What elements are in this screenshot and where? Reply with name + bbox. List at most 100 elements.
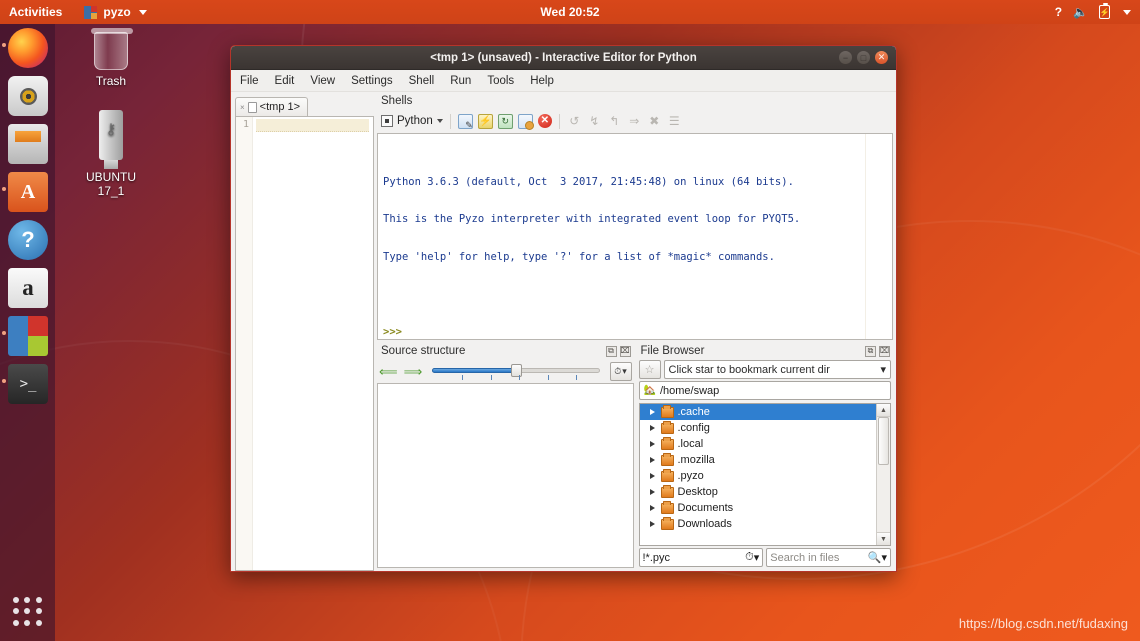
back-arrow-icon[interactable]: ⟸ [379,365,398,378]
menu-icon[interactable]: ☰ [667,114,682,129]
list-item[interactable]: .local [640,436,877,452]
debug-stop-icon[interactable]: ✖ [647,114,662,129]
grid-dot-icon [24,619,31,626]
shell-selector[interactable]: Python [381,115,443,127]
code-text-area[interactable] [253,117,373,570]
shell-toolbar: Python ⚡ ↻ ✕ ↺ ↯ ↰ ⇒ ✖ ☰ [377,109,893,133]
shells-panel: Shells Python ⚡ ↻ ✕ ↺ ↯ [377,92,893,340]
menu-item-run[interactable]: Run [450,75,471,87]
list-item[interactable]: .pyzo [640,468,877,484]
launcher-item-help[interactable]: ? [8,220,48,260]
close-shell-icon[interactable] [517,113,534,130]
close-button[interactable]: ✕ [875,51,888,64]
debug-stepout-icon[interactable]: ⇒ [627,114,642,129]
list-item[interactable]: Desktop [640,484,877,500]
search-magnifier-icon[interactable]: 🔍 [868,551,882,564]
launcher-item-rhythmbox[interactable] [8,76,48,116]
battery-icon[interactable]: ⚡ [1099,2,1110,19]
file-browser-title: File Browser [640,345,705,357]
scrollbar-track[interactable] [877,417,891,532]
forward-arrow-icon[interactable]: ⟹ [404,365,423,378]
expand-arrow-icon[interactable] [649,457,655,463]
expand-arrow-icon[interactable] [649,521,655,527]
launcher-item-firefox[interactable] [8,28,48,68]
list-item[interactable]: .config [640,420,877,436]
list-item[interactable]: .cache [639,404,876,420]
launcher-item-amazon[interactable]: a [8,268,48,308]
file-filter-input[interactable]: !*.pyc ⏱ ▾ [638,548,764,567]
file-browser-scrollbar[interactable]: ▲ ▼ [876,404,891,545]
list-item[interactable]: Documents [640,500,877,516]
launcher-item-files[interactable] [8,124,48,164]
clock[interactable]: Wed 20:52 [0,5,1140,19]
file-browser-header: File Browser ⧉ ⌧ [637,342,894,359]
float-panel-button[interactable]: ⧉ [605,345,617,357]
expand-arrow-icon[interactable] [649,505,655,511]
launcher-item-pyzo[interactable] [8,316,48,356]
expand-arrow-icon[interactable] [649,425,655,431]
new-shell-icon[interactable] [457,113,473,131]
source-structure-filter-button[interactable]: ⏱ ▾ [609,361,632,381]
shells-panel-title: Shells [381,95,413,107]
expand-arrow-icon[interactable] [649,441,655,447]
minimize-button[interactable]: − [839,51,852,64]
source-structure-level-slider[interactable] [432,363,600,380]
close-panel-button[interactable]: ⌧ [879,345,890,357]
desktop-icon-trash[interactable]: Trash [65,28,157,88]
menu-item-tools[interactable]: Tools [487,75,514,87]
bookmark-combo[interactable]: Click star to bookmark current dir ▾ [663,360,891,379]
debug-stepin-icon[interactable]: ↰ [607,114,622,129]
chevron-down-icon[interactable]: ▾ [881,551,887,564]
star-icon[interactable]: ☆ [638,360,661,379]
show-applications-button[interactable] [13,597,43,627]
window-titlebar[interactable]: <tmp 1> (unsaved) - Interactive Editor f… [231,46,896,70]
close-panel-button[interactable]: ⌧ [619,345,631,357]
search-input[interactable]: Search in files 🔍 ▾ [766,548,891,567]
float-panel-button[interactable]: ⧉ [865,345,876,357]
pyzo-quadrant-icon [8,336,28,356]
grid-dot-icon [13,597,19,603]
menu-item-settings[interactable]: Settings [351,75,393,87]
menu-item-shell[interactable]: Shell [409,75,435,87]
list-item[interactable]: Downloads [640,516,877,532]
editor-body[interactable]: 1 [235,116,374,571]
menu-item-view[interactable]: View [310,75,335,87]
stop-icon[interactable]: ✕ [537,114,552,128]
desktop-icon-label-line2: 17_1 [97,184,125,198]
scroll-up-icon[interactable]: ▲ [876,404,891,417]
debug-continue-icon[interactable]: ↺ [567,114,582,129]
file-browser-list[interactable]: .cache .config .local .mozilla .pyzo Des… [638,403,891,546]
editor-tab-tmp1[interactable]: × <tmp 1> [235,97,309,116]
launcher-item-ubuntu-software[interactable]: A [8,172,48,212]
grid-dot-icon [35,597,42,603]
grid-dot-icon [24,597,31,603]
run-file-icon[interactable]: ⚡ [477,113,493,129]
expand-arrow-icon[interactable] [649,409,655,415]
home-folder-icon: 🏡 [643,385,656,396]
file-filter-value: !*.pyc [642,551,671,564]
filter-funnel-icon[interactable]: ⏱ [745,551,754,564]
scrollbar-thumb[interactable] [877,417,889,466]
launcher-item-terminal[interactable]: >_ [8,364,48,404]
shell-output[interactable]: Python 3.6.3 (default, Oct 3 2017, 21:45… [377,133,893,340]
grid-dot-icon [13,608,19,615]
maximize-button[interactable]: □ [857,51,870,64]
list-item[interactable]: .mozilla [640,452,877,468]
chevron-down-icon[interactable]: ▾ [754,551,760,564]
expand-arrow-icon[interactable] [649,473,655,479]
desktop-icon-usb-drive[interactable]: ⚷ UBUNTU 17_1 [65,110,157,198]
menu-item-file[interactable]: File [240,75,259,87]
search-placeholder: Search in files [770,551,840,564]
close-icon[interactable]: × [240,103,245,112]
source-structure-tree[interactable] [377,383,634,568]
menu-item-edit[interactable]: Edit [275,75,295,87]
list-item-label: Downloads [677,518,732,530]
menu-item-help[interactable]: Help [530,75,554,87]
scroll-down-icon[interactable]: ▼ [876,532,891,545]
expand-arrow-icon[interactable] [649,489,655,495]
column-margin-indicator [865,134,866,339]
debug-step-icon[interactable]: ↯ [587,114,602,129]
source-structure-toolbar: ⟸ ⟹ ⏱ ▾ [377,359,634,383]
restart-shell-icon[interactable]: ↻ [497,113,513,129]
path-input[interactable]: 🏡 /home/swap [638,381,891,400]
